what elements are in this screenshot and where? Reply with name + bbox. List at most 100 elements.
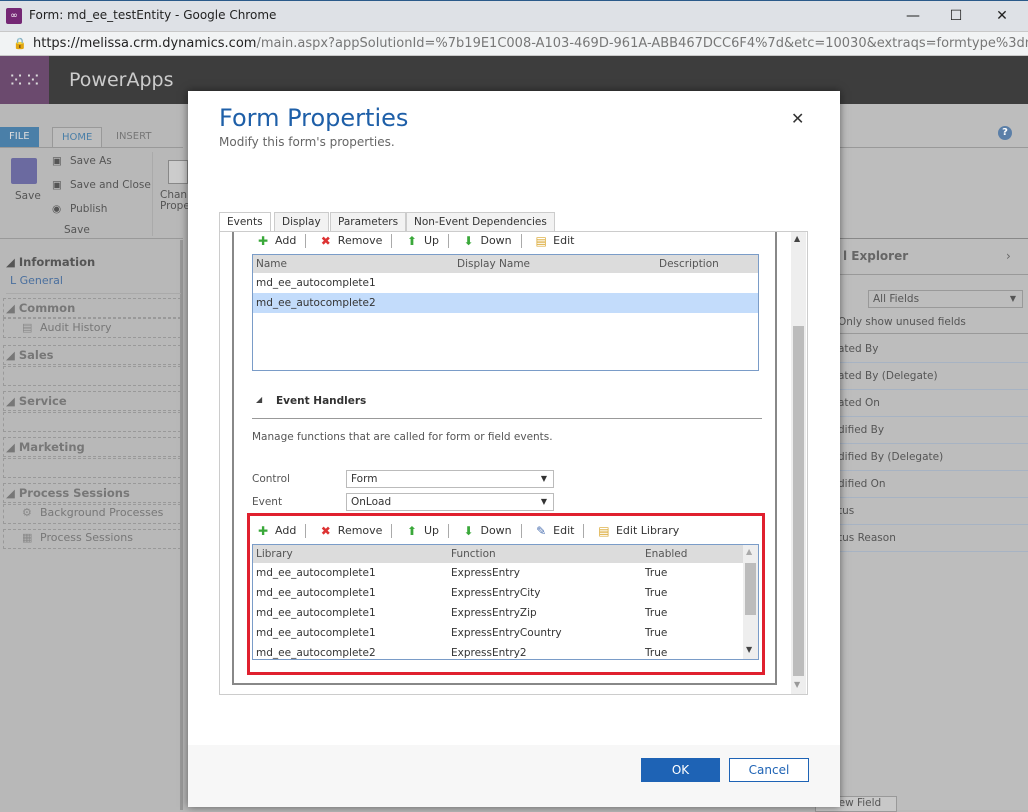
nav-item-process-sessions[interactable]: Process Sessions	[40, 531, 133, 544]
library-row[interactable]: md_ee_autocomplete2	[253, 293, 758, 313]
nav-section-process-sessions[interactable]: ◢ Process Sessions	[6, 486, 130, 500]
handler-row[interactable]: md_ee_autocomplete2 ExpressEntry2 True	[253, 643, 758, 659]
url-text[interactable]: https://melissa.crm.dynamics.com/main.as…	[33, 36, 1028, 51]
edit-library-button[interactable]: ▤ Edit Library	[597, 524, 679, 538]
change-properties-button[interactable]: Chan Prope	[160, 190, 188, 212]
save-as-button[interactable]: Save As	[70, 155, 112, 167]
nav-section-service[interactable]: ◢ Service	[6, 394, 67, 408]
nav-item-audit-history[interactable]: Audit History	[40, 321, 111, 334]
ribbon-tab-insert[interactable]: INSERT	[107, 127, 160, 147]
tab-non-event-dependencies[interactable]: Non-Event Dependencies	[406, 212, 555, 231]
column-header-display-name[interactable]: Display Name	[457, 255, 530, 273]
button-label: Add	[275, 234, 297, 247]
column-header-name[interactable]: Name	[256, 255, 287, 273]
help-icon[interactable]: ?	[998, 126, 1012, 140]
handlers-toolbar: ✚ Add ✖ Remove ⬆ Up ⬇ Down ✎ Edit ▤ Edit Libra…	[256, 524, 685, 542]
scroll-down-icon[interactable]: ▼	[746, 645, 752, 654]
publish-button[interactable]: Publish	[70, 203, 107, 215]
maximize-button[interactable]: ☐	[936, 5, 976, 27]
field-list-item[interactable]: ated On	[838, 390, 1028, 417]
event-dropdown[interactable]: OnLoad ▼	[346, 493, 554, 511]
field-list-item[interactable]: dified On	[838, 471, 1028, 498]
address-bar[interactable]: 🔒 https://melissa.crm.dynamics.com/main.…	[0, 31, 1028, 56]
add-handler-button[interactable]: ✚ Add	[256, 524, 296, 538]
save-button[interactable]: Save	[15, 190, 41, 202]
nav-item-background-processes[interactable]: Background Processes	[40, 506, 163, 519]
waffle-menu-icon[interactable]: ⁙⁙	[0, 56, 49, 104]
button-label: Edit	[553, 234, 575, 247]
nav-section-sales[interactable]: ◢ Sales	[6, 348, 54, 362]
tab-events[interactable]: Events	[219, 212, 271, 231]
chevron-right-icon[interactable]: ›	[1006, 249, 1011, 263]
minimize-button[interactable]: —	[893, 5, 933, 27]
handlers-scrollbar[interactable]: ▲ ▼	[743, 545, 758, 659]
tab-parameters[interactable]: Parameters	[330, 212, 407, 231]
grid-header: Name Display Name Description	[253, 255, 758, 273]
audit-history-icon: ▤	[22, 321, 33, 334]
button-label: Up	[423, 234, 439, 247]
up-handler-button[interactable]: ⬆ Up	[405, 524, 439, 538]
edit-library-button[interactable]: ▤ Edit	[534, 234, 574, 248]
scroll-up-icon[interactable]: ▲	[794, 234, 800, 243]
save-and-close-button[interactable]: Save and Close	[70, 179, 151, 191]
field-list-item[interactable]: ated By (Delegate)	[838, 363, 1028, 390]
nav-section-information[interactable]: ◢ Information	[6, 255, 95, 269]
field-list-item[interactable]: tus Reason	[838, 525, 1028, 552]
url-host: https://melissa.crm.dynamics.com	[33, 36, 257, 51]
field-filter-dropdown[interactable]: All Fields ▼	[868, 290, 1023, 308]
close-dialog-button[interactable]: ✕	[791, 109, 804, 128]
nav-section-common[interactable]: ◢ Common	[6, 301, 75, 315]
edit-pencil-icon: ✎	[536, 524, 547, 538]
field-list-item[interactable]: ated By	[838, 336, 1028, 363]
remove-handler-button[interactable]: ✖ Remove	[319, 524, 383, 538]
save-floppy-icon[interactable]	[11, 158, 37, 184]
field-list-item[interactable]: dified By (Delegate)	[838, 444, 1028, 471]
plus-icon: ✚	[257, 524, 269, 538]
ribbon-tab-home[interactable]: HOME	[52, 127, 103, 147]
library-row[interactable]: md_ee_autocomplete1	[253, 273, 758, 293]
handler-row[interactable]: md_ee_autocomplete1 ExpressEntryCountry …	[253, 623, 758, 643]
control-dropdown[interactable]: Form ▼	[346, 470, 554, 488]
column-header-function[interactable]: Function	[451, 545, 496, 563]
field-list-item[interactable]: dified By	[838, 417, 1028, 444]
window-title: Form: md_ee_testEntity - Google Chrome	[29, 8, 277, 22]
button-label: Down	[480, 234, 512, 247]
background-processes-icon: ⚙	[22, 506, 32, 519]
arrow-down-icon: ⬇	[463, 234, 474, 248]
nav-section-label: Common	[18, 301, 76, 315]
dialog-subtitle: Modify this form's properties.	[219, 135, 395, 149]
form-libraries-grid: Name Display Name Description md_ee_auto…	[252, 254, 759, 371]
handler-library: md_ee_autocomplete1	[256, 587, 376, 599]
column-header-library[interactable]: Library	[256, 545, 293, 563]
button-label: Remove	[337, 524, 383, 537]
scroll-up-icon[interactable]: ▲	[746, 547, 752, 556]
scroll-down-icon[interactable]: ▼	[794, 680, 800, 689]
down-library-button[interactable]: ⬇ Down	[461, 234, 511, 248]
ribbon-tab-file[interactable]: FILE	[0, 127, 39, 147]
close-window-button[interactable]: ✕	[982, 5, 1022, 27]
tab-display[interactable]: Display	[274, 212, 329, 231]
nav-item-general[interactable]: L General	[10, 274, 63, 287]
edit-handler-button[interactable]: ✎ Edit	[534, 524, 574, 538]
library-name: md_ee_autocomplete1	[256, 277, 376, 289]
dialog-scrollbar[interactable]: ▲ ▼	[791, 232, 806, 694]
button-label: Edit Library	[615, 524, 680, 537]
scrollbar-thumb[interactable]	[793, 326, 804, 676]
remove-icon: ✖	[320, 524, 331, 538]
collapse-triangle-icon[interactable]: ◢	[256, 395, 262, 404]
column-header-enabled[interactable]: Enabled	[645, 545, 687, 563]
handler-row[interactable]: md_ee_autocomplete1 ExpressEntryZip True	[253, 603, 758, 623]
handler-row[interactable]: md_ee_autocomplete1 ExpressEntryCity Tru…	[253, 583, 758, 603]
nav-section-marketing[interactable]: ◢ Marketing	[6, 440, 85, 454]
add-library-button[interactable]: ✚ Add	[256, 234, 296, 248]
only-unused-checkbox[interactable]: Only show unused fields	[838, 316, 966, 328]
scrollbar-thumb[interactable]	[745, 563, 756, 615]
column-header-description[interactable]: Description	[659, 255, 719, 273]
down-handler-button[interactable]: ⬇ Down	[461, 524, 511, 538]
up-library-button[interactable]: ⬆ Up	[405, 234, 439, 248]
field-list-item[interactable]: tus	[838, 498, 1028, 525]
ok-button[interactable]: OK	[641, 758, 720, 782]
cancel-button[interactable]: Cancel	[729, 758, 809, 782]
handler-row[interactable]: md_ee_autocomplete1 ExpressEntry True	[253, 563, 758, 583]
remove-library-button[interactable]: ✖ Remove	[319, 234, 383, 248]
